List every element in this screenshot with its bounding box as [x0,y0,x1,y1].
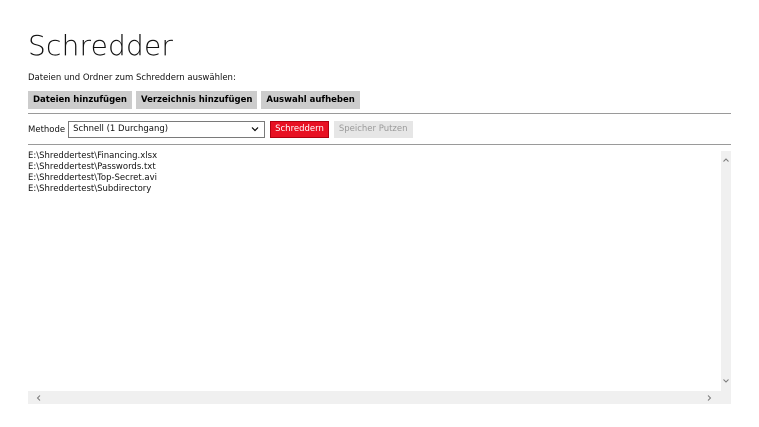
chevron-down-icon[interactable] [722,377,730,385]
method-select[interactable]: Schnell (1 Durchgang) [68,121,266,138]
wipe-memory-button[interactable]: Speicher Putzen [333,121,413,138]
add-files-button[interactable]: Dateien hinzufügen [28,91,132,109]
instruction-text: Dateien und Ordner zum Schreddern auswäh… [28,73,236,83]
chevron-left-icon[interactable] [35,394,43,402]
list-item[interactable]: E:\Shreddertest\Top-Secret.avi [28,173,721,184]
shred-button[interactable]: Schreddern [270,121,329,138]
chevron-down-icon [251,127,259,132]
method-label: Methode [28,124,66,135]
clear-selection-button[interactable]: Auswahl aufheben [261,91,360,109]
list-item[interactable]: E:\Shreddertest\Financing.xlsx [28,151,721,162]
add-folder-button[interactable]: Verzeichnis hinzufügen [135,91,258,109]
divider [28,113,731,114]
chevron-up-icon[interactable] [722,156,730,164]
page-title: Schredder [28,29,174,62]
file-list[interactable]: E:\Shreddertest\Financing.xlsx E:\Shredd… [28,151,721,391]
chevron-right-icon[interactable] [705,394,713,402]
list-item[interactable]: E:\Shreddertest\Passwords.txt [28,162,721,173]
method-select-value: Schnell (1 Durchgang) [73,124,169,134]
toolbar: Dateien hinzufügen Verzeichnis hinzufüge… [28,91,360,109]
vertical-scrollbar[interactable] [721,151,731,391]
method-row: Methode Schnell (1 Durchgang) Schreddern… [28,121,413,138]
horizontal-scrollbar[interactable] [28,391,731,404]
list-item[interactable]: E:\Shreddertest\Subdirectory [28,184,721,195]
divider [28,144,731,145]
